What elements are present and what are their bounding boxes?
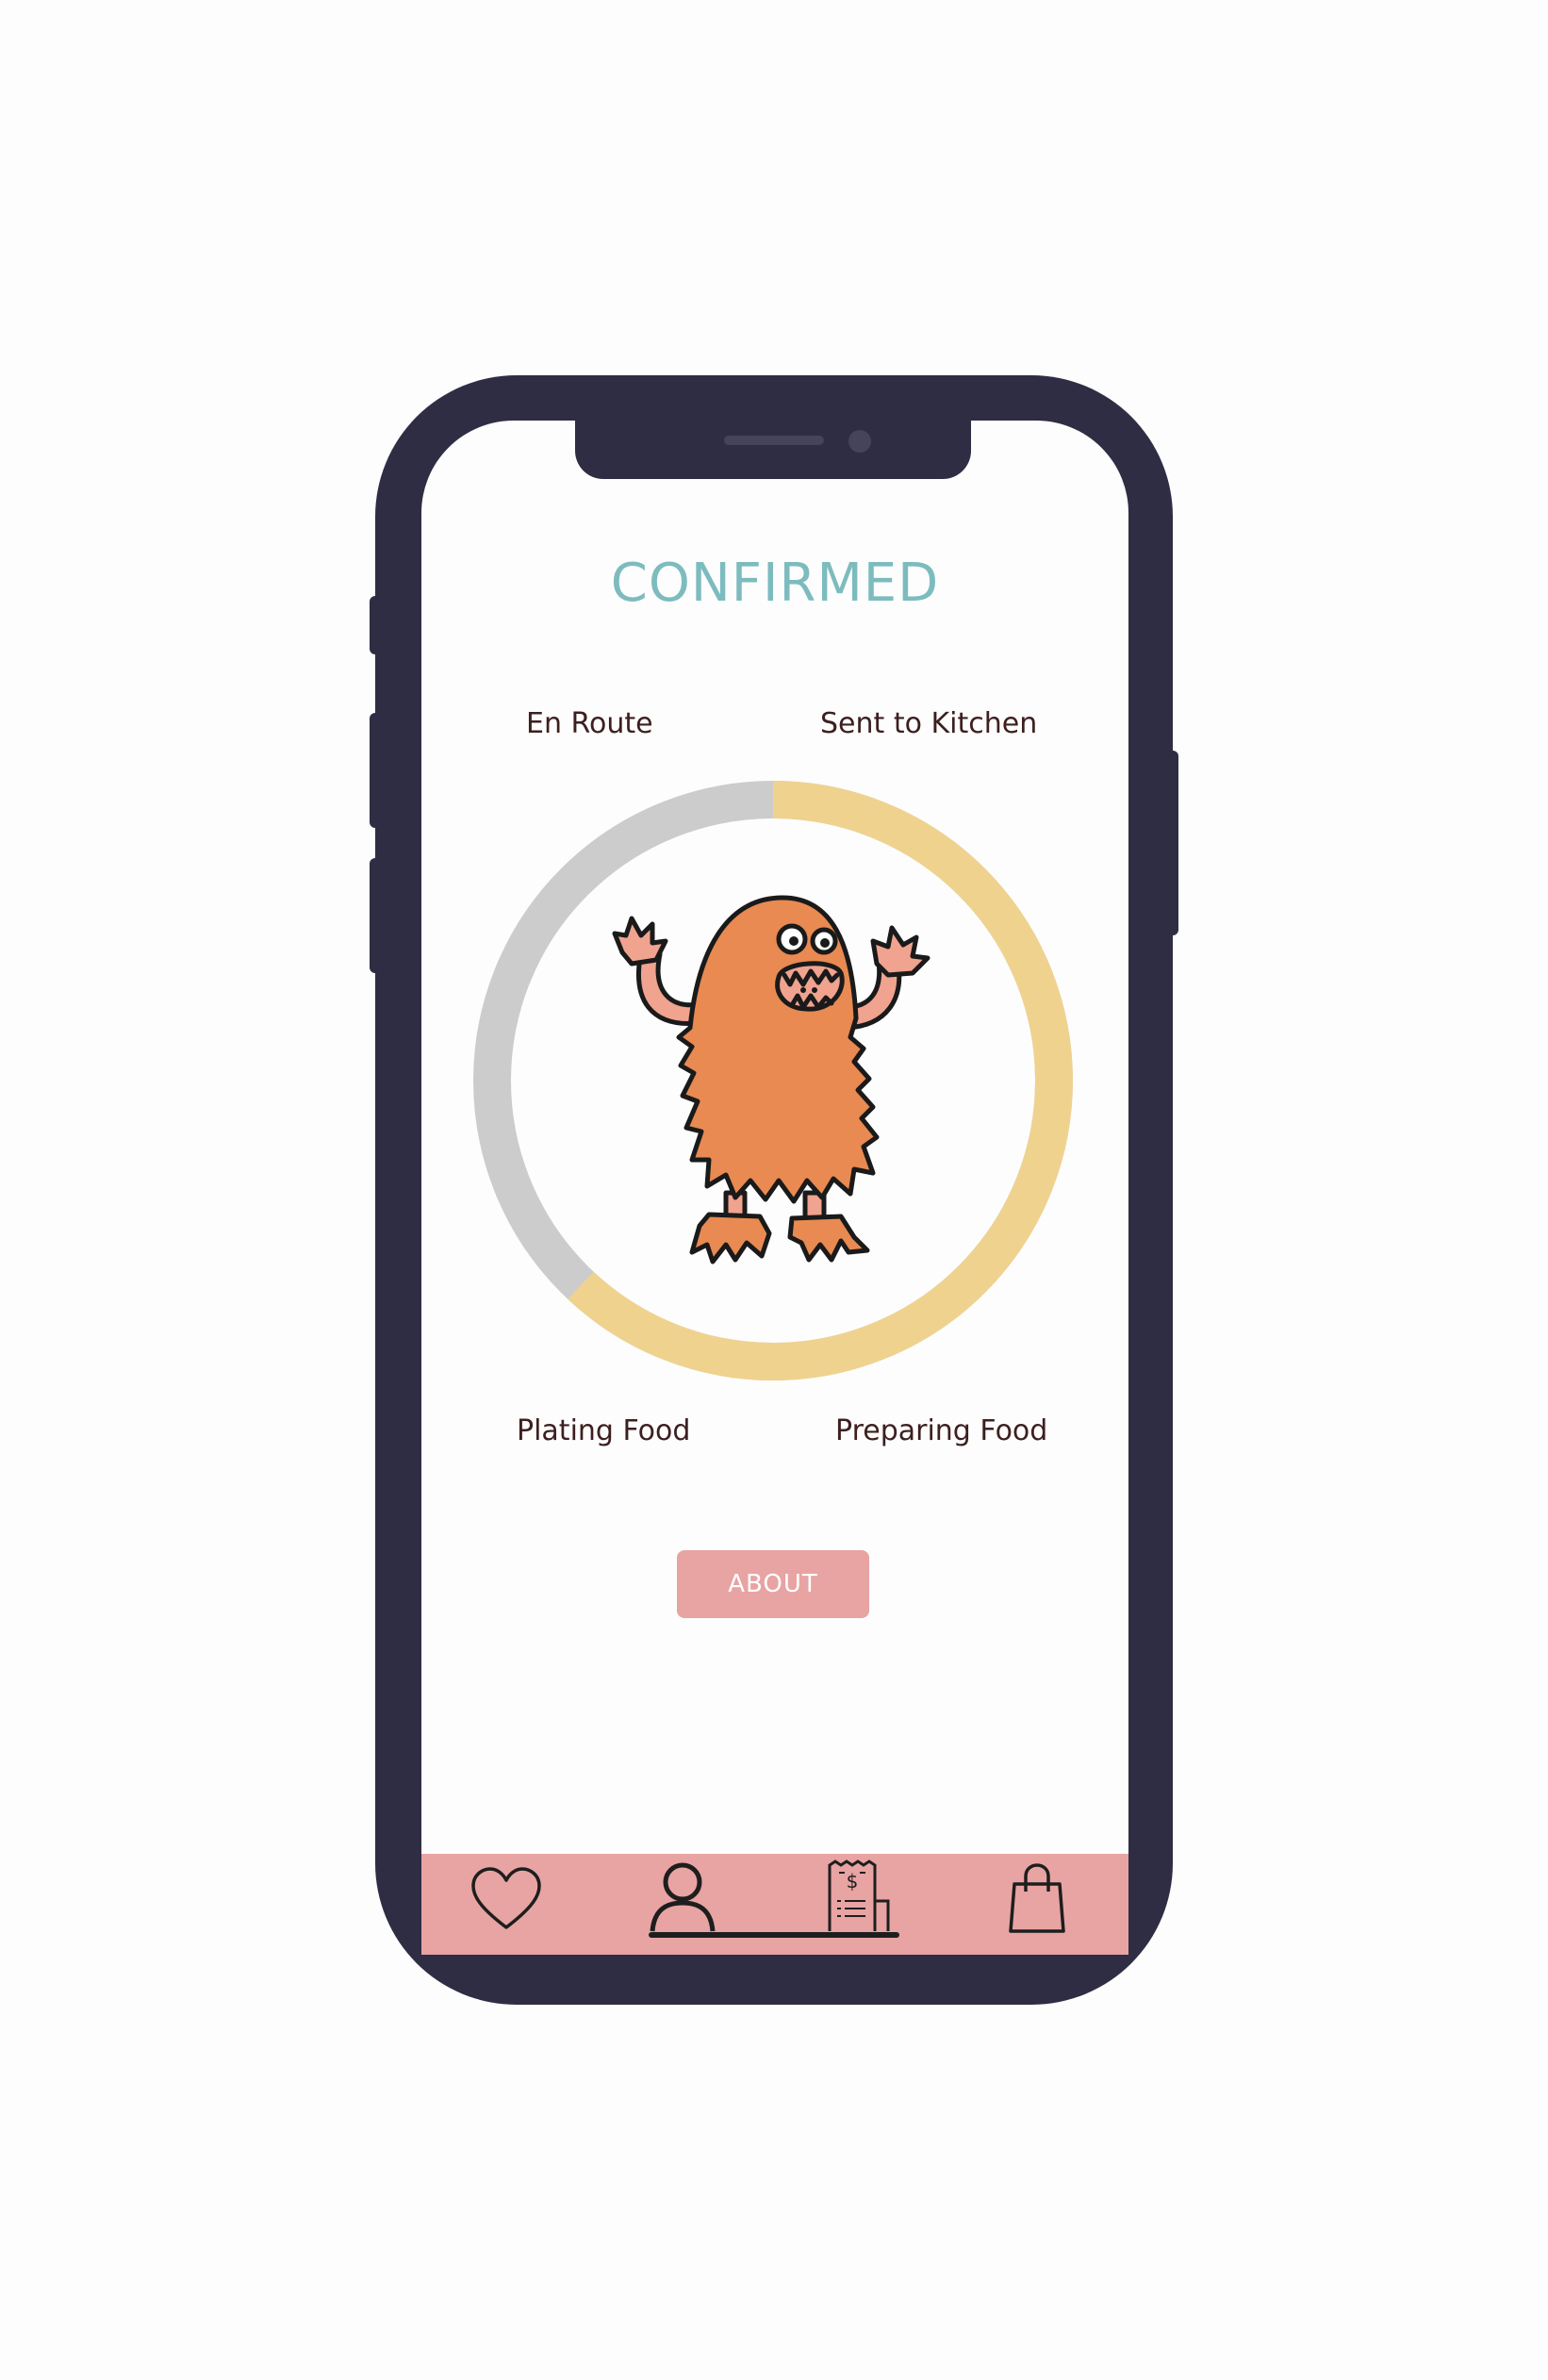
volume-down-button	[370, 858, 381, 973]
heart-icon[interactable]	[469, 1865, 543, 1933]
profile-icon[interactable]	[645, 1859, 720, 1935]
about-button[interactable]: ABOUT	[677, 1550, 869, 1618]
mute-switch	[370, 596, 381, 654]
front-camera	[848, 430, 871, 453]
step-plating-food: Plating Food	[517, 1414, 691, 1447]
step-sent-to-kitchen: Sent to Kitchen	[820, 707, 1038, 740]
svg-text:$: $	[847, 1870, 859, 1892]
shopping-bag-icon[interactable]	[1007, 1863, 1067, 1935]
receipt-icon[interactable]: $	[826, 1859, 894, 1935]
step-preparing-food: Preparing Food	[835, 1414, 1048, 1447]
speaker-grille	[724, 436, 824, 445]
step-en-route: En Route	[526, 707, 653, 740]
active-tab-indicator	[649, 1932, 899, 1938]
notch	[575, 419, 971, 479]
order-status-title: CONFIRMED	[610, 553, 940, 614]
volume-up-button	[370, 713, 381, 828]
monster-mascot-illustration	[612, 895, 930, 1264]
power-button	[1167, 751, 1178, 935]
